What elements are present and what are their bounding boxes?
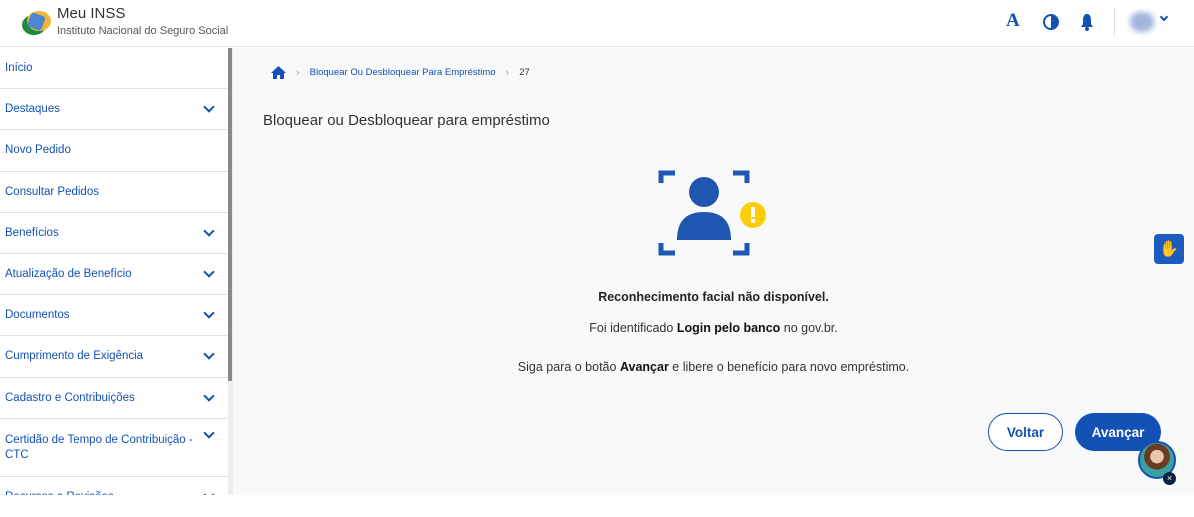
chevron-down-icon[interactable] bbox=[203, 348, 215, 361]
sidebar: Início Destaques Novo Pedido Consultar Pedi… bbox=[0, 48, 228, 495]
chevron-down-icon[interactable] bbox=[1159, 12, 1169, 22]
sidebar-item[interactable]: Documentos bbox=[0, 295, 228, 337]
status-heading: Reconhecimento facial não disponível. bbox=[598, 290, 829, 304]
sign-language-icon[interactable]: ✋ bbox=[1154, 234, 1184, 264]
contrast-icon[interactable] bbox=[1043, 14, 1059, 30]
app-title: Meu INSS bbox=[57, 5, 126, 22]
bell-icon[interactable] bbox=[1080, 13, 1094, 31]
chevron-down-icon[interactable] bbox=[203, 427, 215, 439]
sidebar-item[interactable]: Cadastro e Contribuições bbox=[0, 378, 228, 419]
sidebar-item-label: Benefícios bbox=[5, 226, 59, 239]
sidebar-item-label: Destaques bbox=[5, 103, 60, 116]
chevron-right-icon: › bbox=[505, 66, 510, 79]
divider bbox=[1114, 8, 1115, 36]
chevron-right-icon: › bbox=[296, 66, 300, 79]
sidebar-item[interactable]: Certidão de Tempo de Contribuição - CTC bbox=[0, 419, 228, 477]
sidebar-item[interactable]: Consultar Pedidos bbox=[0, 172, 228, 213]
breadcrumb-link[interactable]: Bloquear Ou Desbloquear Para Empréstimo bbox=[310, 67, 496, 78]
instruction-text: Siga para o botão Avançar e libere o ben… bbox=[517, 360, 910, 374]
app-subtitle: Instituto Nacional do Seguro Social bbox=[57, 25, 229, 37]
sidebar-item-label: Início bbox=[5, 62, 33, 75]
breadcrumb-current: 27 bbox=[519, 67, 530, 78]
sidebar-item[interactable]: Início bbox=[0, 48, 228, 90]
chevron-down-icon[interactable] bbox=[203, 307, 215, 319]
user-avatar[interactable] bbox=[1130, 12, 1154, 32]
sidebar-item[interactable]: Cumprimento de Exigência bbox=[0, 336, 228, 378]
page-title: Bloquear ou Desbloquear para empréstimo bbox=[263, 112, 550, 129]
chevron-down-icon[interactable] bbox=[203, 266, 215, 278]
sidebar-item[interactable]: Benefícios bbox=[0, 213, 228, 254]
chevron-down-icon[interactable] bbox=[203, 389, 215, 402]
sidebar-item-label: Novo Pedido bbox=[5, 144, 71, 157]
chevron-down-icon[interactable] bbox=[203, 489, 215, 495]
inss-logo bbox=[22, 11, 51, 35]
sidebar-item[interactable]: Atualização de Benefício bbox=[0, 254, 228, 296]
info-text: Foi identificado Login pelo banco no gov… bbox=[589, 321, 838, 335]
back-button[interactable]: Voltar bbox=[988, 413, 1063, 451]
sidebar-item[interactable]: Novo Pedido bbox=[0, 130, 228, 172]
header: Meu INSS Instituto Nacional do Seguro So… bbox=[0, 0, 1194, 47]
breadcrumb: › Bloquear Ou Desbloquear Para Empréstim… bbox=[271, 66, 530, 79]
sidebar-item-label: Recursos e Revisões bbox=[5, 491, 114, 495]
sidebar-item-label: Cumprimento de Exigência bbox=[5, 350, 144, 363]
sidebar-item[interactable]: Recursos e Revisões bbox=[0, 477, 228, 495]
sidebar-item-label: Documentos bbox=[5, 309, 70, 322]
face-recognition-unavailable-icon bbox=[658, 170, 766, 256]
main-content: › Bloquear Ou Desbloquear Para Empréstim… bbox=[233, 48, 1194, 495]
font-size-icon[interactable]: A bbox=[1006, 10, 1020, 32]
close-icon[interactable]: × bbox=[1163, 472, 1176, 485]
chevron-down-icon[interactable] bbox=[203, 101, 215, 113]
sidebar-item[interactable]: Destaques bbox=[0, 89, 228, 131]
home-icon[interactable] bbox=[271, 66, 286, 79]
sidebar-item-label: Cadastro e Contribuições bbox=[5, 391, 135, 404]
sidebar-item-label: Certidão de Tempo de Contribuição - CTC bbox=[5, 433, 193, 461]
chevron-down-icon[interactable] bbox=[203, 225, 215, 237]
sidebar-item-label: Atualização de Benefício bbox=[5, 268, 132, 281]
sidebar-item-label: Consultar Pedidos bbox=[5, 185, 99, 198]
